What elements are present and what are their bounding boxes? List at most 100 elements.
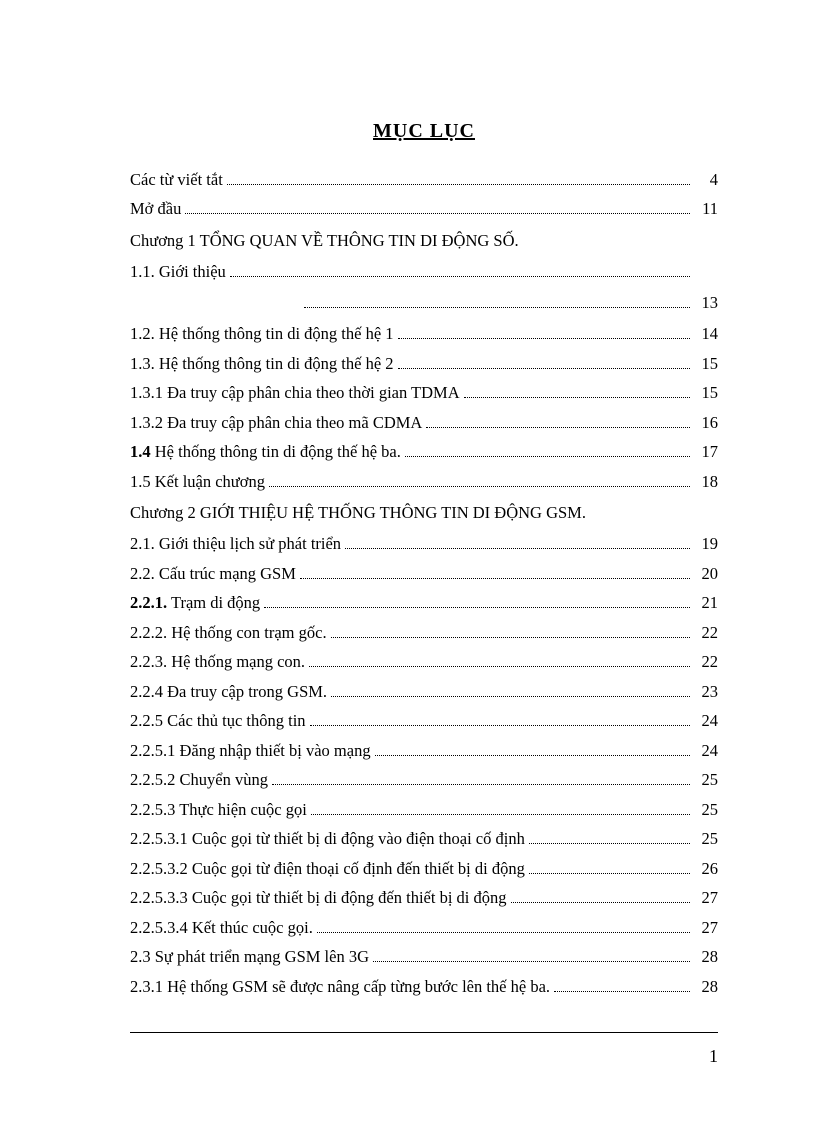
leader-dots xyxy=(331,686,690,697)
toc-label: 2.2.5.3.4 Kết thúc cuộc gọi. xyxy=(130,920,313,937)
toc-page: 21 xyxy=(694,595,718,612)
toc-label: 2.2.5.3.2 Cuộc gọi từ điện thoại cố định… xyxy=(130,861,525,878)
toc-row: 2.2.5 Các thủ tục thông tin 24 xyxy=(130,707,718,737)
toc-page: 28 xyxy=(694,979,718,996)
toc-label: 2.3 Sự phát triển mạng GSM lên 3G xyxy=(130,949,369,966)
toc-row: 2.2. Cấu trúc mạng GSM 20 xyxy=(130,559,718,589)
leader-dots xyxy=(185,203,690,214)
leader-dots xyxy=(405,446,690,457)
toc-label: 1.3.1 Đa truy cập phân chia theo thời gi… xyxy=(130,385,460,402)
leader-dots xyxy=(398,358,690,369)
leader-dots xyxy=(272,774,690,785)
toc-page: 20 xyxy=(694,566,718,583)
toc-label: 2.2. Cấu trúc mạng GSM xyxy=(130,566,296,583)
toc-page: 27 xyxy=(694,920,718,937)
toc-page: 24 xyxy=(694,713,718,730)
toc-chapter: Chương 2 GIỚI THIỆU HỆ THỐNG THÔNG TIN D… xyxy=(130,497,718,530)
toc-page: 16 xyxy=(694,415,718,432)
toc-page: 18 xyxy=(694,474,718,491)
toc-row: 1.3.1 Đa truy cập phân chia theo thời gi… xyxy=(130,379,718,409)
toc-row: 1.3. Hệ thống thông tin di động thế hệ 2… xyxy=(130,349,718,379)
toc-label: 2.2.5.3.3 Cuộc gọi từ thiết bị di động đ… xyxy=(130,890,507,907)
toc-row: 2.2.4 Đa truy cập trong GSM. 23 xyxy=(130,677,718,707)
toc-label: 2.2.5.3.1 Cuộc gọi từ thiết bị di động v… xyxy=(130,831,525,848)
toc-page: 27 xyxy=(694,890,718,907)
leader-dots xyxy=(464,387,690,398)
toc-page: 4 xyxy=(694,172,718,189)
toc-continuation: 13 xyxy=(130,287,718,320)
toc-page: 14 xyxy=(694,326,718,343)
toc-label: 2.2.1. Trạm di động xyxy=(130,595,260,612)
leader-dots xyxy=(375,745,690,756)
toc-row: 2.2.1. Trạm di động 21 xyxy=(130,589,718,619)
toc-page: 17 xyxy=(694,444,718,461)
toc-row: 2.2.5.3.2 Cuộc gọi từ điện thoại cố định… xyxy=(130,854,718,884)
toc-row: 2.2.5.3.1 Cuộc gọi từ thiết bị di động v… xyxy=(130,825,718,855)
toc-label: 1.1. Giới thiệu xyxy=(130,264,226,281)
toc-label: 1.3. Hệ thống thông tin di động thế hệ 2 xyxy=(130,356,394,373)
leader-dots xyxy=(426,417,690,428)
leader-dots xyxy=(264,597,690,608)
toc-row: 1.1. Giới thiệu xyxy=(130,257,718,287)
toc-label: 2.2.2. Hệ thống con trạm gốc. xyxy=(130,625,327,642)
toc-page: 22 xyxy=(694,654,718,671)
toc-page: 11 xyxy=(694,201,718,218)
toc-label: 1.4 Hệ thống thông tin di động thế hệ ba… xyxy=(130,444,401,461)
leader-dots xyxy=(317,922,690,933)
toc-label: Các từ viết tắt xyxy=(130,172,223,189)
page-number: 1 xyxy=(709,1046,718,1067)
toc-row: 2.2.5.3.4 Kết thúc cuộc gọi. 27 xyxy=(130,913,718,943)
leader-dots xyxy=(230,266,690,277)
toc-page: 24 xyxy=(694,743,718,760)
toc-page: 19 xyxy=(694,536,718,553)
leader-dots xyxy=(227,174,690,185)
toc-label-text: Hệ thống thông tin di động thế hệ ba. xyxy=(151,442,401,461)
toc-page: 28 xyxy=(694,949,718,966)
toc-row: 1.4 Hệ thống thông tin di động thế hệ ba… xyxy=(130,438,718,468)
toc-label: 2.2.5.3 Thực hiện cuộc gọi xyxy=(130,802,307,819)
toc-row: Mở đầu 11 xyxy=(130,195,718,225)
toc-row: 2.2.3. Hệ thống mạng con. 22 xyxy=(130,648,718,678)
toc-chapter: Chương 1 TỔNG QUAN VỀ THÔNG TIN DI ĐỘNG … xyxy=(130,224,718,257)
toc-list: Các từ viết tắt 4 Mở đầu 11Chương 1 TỔNG Q… xyxy=(130,165,718,1002)
toc-label: 2.2.3. Hệ thống mạng con. xyxy=(130,654,305,671)
toc-label: 2.2.5.1 Đăng nhập thiết bị vào mạng xyxy=(130,743,371,760)
toc-page: 25 xyxy=(694,772,718,789)
toc-row: 2.2.5.1 Đăng nhập thiết bị vào mạng 24 xyxy=(130,736,718,766)
leader-dots xyxy=(310,715,690,726)
leader-dots xyxy=(554,981,690,992)
leader-dots xyxy=(398,328,690,339)
toc-row: 2.1. Giới thiệu lịch sử phát triển 19 xyxy=(130,530,718,560)
leader-dots xyxy=(331,627,690,638)
leader-dots xyxy=(529,833,690,844)
toc-row: 1.3.2 Đa truy cập phân chia theo mã CDMA… xyxy=(130,408,718,438)
toc-label: 2.3.1 Hệ thống GSM sẽ được nâng cấp từng… xyxy=(130,979,550,996)
leader-dots xyxy=(304,297,690,308)
toc-label-text: Trạm di động xyxy=(167,593,260,612)
toc-label: 2.2.5.2 Chuyển vùng xyxy=(130,772,268,789)
toc-label-number: 1.4 xyxy=(130,442,151,461)
leader-dots xyxy=(373,951,690,962)
toc-page: 15 xyxy=(694,385,718,402)
toc-label: 2.1. Giới thiệu lịch sử phát triển xyxy=(130,536,341,553)
leader-dots xyxy=(511,892,690,903)
toc-page: 15 xyxy=(694,356,718,373)
toc-label: 1.5 Kết luận chương xyxy=(130,474,265,491)
toc-row: 2.2.2. Hệ thống con trạm gốc.22 xyxy=(130,618,718,648)
leader-dots xyxy=(529,863,690,874)
page: MỤC LỤC Các từ viết tắt4Mở đầu 11Chương … xyxy=(0,0,816,1123)
toc-page: 23 xyxy=(694,684,718,701)
toc-row: 2.2.5.3.3 Cuộc gọi từ thiết bị di động đ… xyxy=(130,884,718,914)
toc-row: 2.3.1 Hệ thống GSM sẽ được nâng cấp từng… xyxy=(130,972,718,1002)
leader-dots xyxy=(309,656,690,667)
toc-label: 2.2.5 Các thủ tục thông tin xyxy=(130,713,306,730)
leader-dots xyxy=(269,476,690,487)
toc-page: 13 xyxy=(694,293,718,313)
toc-row: 1.5 Kết luận chương 18 xyxy=(130,467,718,497)
toc-label: 2.2.4 Đa truy cập trong GSM. xyxy=(130,684,327,701)
toc-page: 25 xyxy=(694,802,718,819)
toc-row: Các từ viết tắt 4 xyxy=(130,165,718,195)
toc-title: MỤC LỤC xyxy=(130,120,718,143)
toc-label: 1.3.2 Đa truy cập phân chia theo mã CDMA xyxy=(130,415,422,432)
toc-page: 26 xyxy=(694,861,718,878)
